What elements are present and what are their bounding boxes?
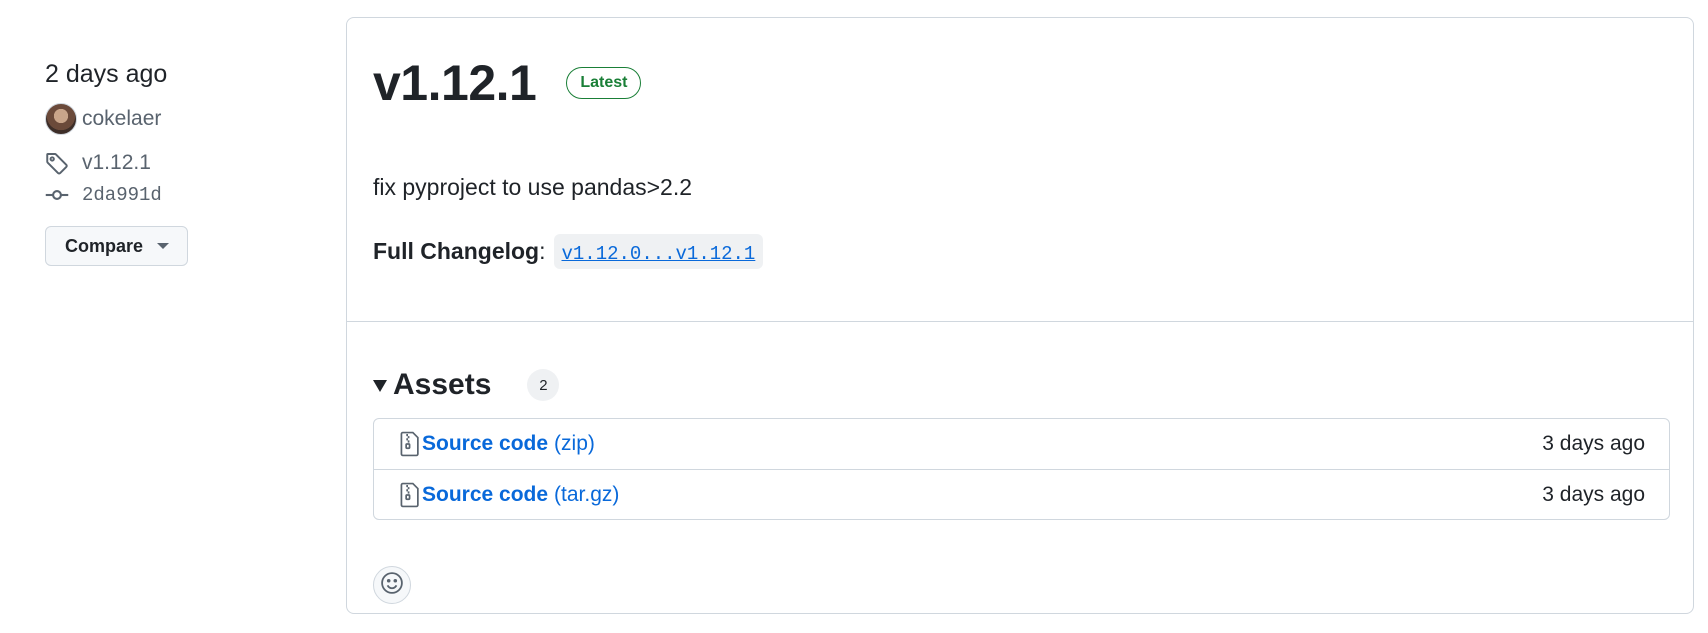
release-header: v1.12.1 Latest: [373, 58, 642, 108]
commit-row[interactable]: 2da991d: [45, 178, 305, 212]
smiley-icon: [380, 571, 404, 600]
compare-label: Compare: [65, 235, 144, 256]
changelog-link[interactable]: v1.12.0...v1.12.1: [562, 243, 756, 265]
asset-row[interactable]: Source code (tar.gz) 3 days ago: [374, 469, 1669, 519]
release-title[interactable]: v1.12.1: [373, 58, 537, 108]
release-description: fix pyproject to use pandas>2.2: [373, 174, 693, 200]
commit-link[interactable]: 2da991d: [82, 184, 162, 206]
changelog-separator: :: [539, 238, 546, 264]
release-date: 2 days ago: [45, 60, 168, 88]
changelog-code: v1.12.0...v1.12.1: [553, 234, 764, 269]
release-card: v1.12.1 Latest fix pyproject to use pand…: [346, 17, 1694, 614]
asset-name: Source code: [422, 482, 549, 506]
asset-ext: (tar.gz): [554, 482, 620, 506]
file-zip-icon: [400, 482, 420, 508]
file-zip-icon: [400, 431, 420, 457]
tag-icon: [45, 146, 82, 180]
git-commit-icon: [45, 178, 82, 212]
tag-link[interactable]: v1.12.1: [82, 151, 151, 175]
compare-button[interactable]: Compare: [45, 226, 189, 266]
triangle-down-icon: [157, 243, 170, 249]
asset-ext: (zip): [554, 432, 595, 455]
author-row[interactable]: cokelaer: [45, 102, 305, 136]
assets-toggle[interactable]: Assets 2: [373, 368, 560, 402]
changelog-label: Full Changelog: [373, 238, 540, 264]
triangle-down-icon: [373, 380, 387, 392]
assets-title: Assets: [393, 368, 492, 401]
full-changelog: Full Changelog: v1.12.0...v1.12.1: [373, 234, 764, 269]
assets-list: Source code (zip) 3 days ago Source code(…: [373, 418, 1670, 520]
asset-row[interactable]: Source code (zip) 3 days ago: [374, 419, 1669, 469]
release-body: v1.12.1 Latest fix pyproject to use pand…: [347, 18, 1693, 322]
asset-name: Source code: [422, 432, 549, 455]
tag-row[interactable]: v1.12.1: [45, 146, 305, 180]
asset-link[interactable]: Source code (tar.gz): [422, 483, 619, 507]
avatar[interactable]: [45, 102, 82, 136]
asset-time: 3 days ago: [1542, 432, 1645, 455]
author-name[interactable]: cokelaer: [82, 107, 161, 131]
release-meta: 2 days ago cokelaer v1.12.1 2da991d Comp…: [45, 58, 305, 266]
asset-time: 3 days ago: [1542, 482, 1645, 506]
latest-badge: Latest: [566, 67, 642, 99]
assets-count: 2: [527, 369, 560, 401]
asset-link[interactable]: Source code (zip): [422, 432, 595, 456]
add-reaction-button[interactable]: [373, 566, 411, 604]
